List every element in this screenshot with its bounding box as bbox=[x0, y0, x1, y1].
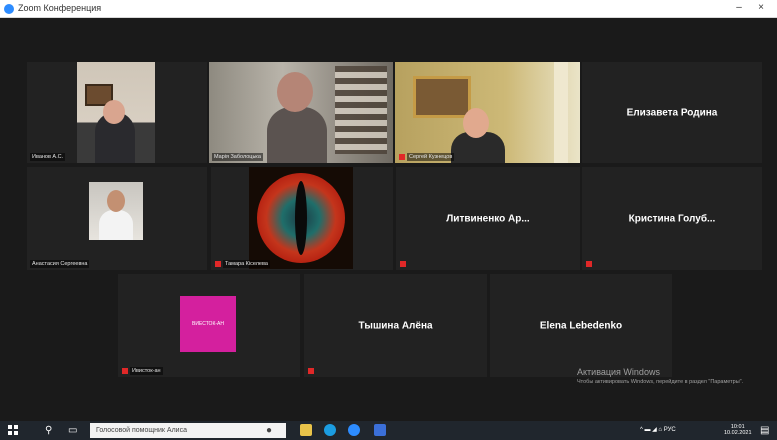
notifications-icon[interactable]: ▤ bbox=[760, 425, 769, 436]
participant-name: Елизавета Родина bbox=[626, 107, 718, 118]
participant-name: Кристина Голуб... bbox=[628, 213, 716, 224]
mic-muted-icon bbox=[399, 154, 405, 160]
windows-activation-watermark: Активация Windows Чтобы активировать Win… bbox=[577, 367, 757, 386]
zoom-app-icon bbox=[4, 4, 14, 14]
participant-tile[interactable]: Elena Lebedenko bbox=[490, 274, 672, 377]
participant-tile[interactable]: Анастасия Сергеевна bbox=[27, 167, 207, 270]
gallery-view: Иванов А.С. Марія Заболоцька Сергей Кузн… bbox=[0, 18, 777, 410]
participant-tile[interactable]: Тамара Кіселева bbox=[211, 167, 393, 270]
participant-name-label: Анастасия Сергеевна bbox=[30, 260, 90, 268]
app-taskbar-icon[interactable] bbox=[374, 424, 386, 436]
participant-tile[interactable]: Кристина Голуб... bbox=[582, 167, 762, 270]
file-explorer-icon[interactable] bbox=[300, 424, 312, 436]
clock-date: 10.02.2021 bbox=[724, 430, 752, 436]
participant-video bbox=[209, 62, 393, 163]
participant-tile[interactable]: Елизавета Родина bbox=[582, 62, 762, 163]
participant-tile[interactable]: Иванов А.С. bbox=[27, 62, 207, 163]
taskbar-clock[interactable]: 10:01 10.02.2021 bbox=[724, 424, 752, 436]
window-title: Zoom Конференция bbox=[18, 3, 102, 13]
participant-tile[interactable]: Литвиненко Ар... bbox=[396, 167, 580, 270]
participant-name: Литвиненко Ар... bbox=[446, 213, 530, 224]
participant-name-label: Тамара Кіселева bbox=[223, 260, 270, 268]
participant-name-label: Сергей Кузнецов bbox=[407, 153, 455, 161]
participant-photo bbox=[77, 62, 155, 163]
task-view-icon[interactable]: ▭ bbox=[68, 425, 77, 436]
participant-tile[interactable]: Сергей Кузнецов bbox=[395, 62, 580, 163]
taskbar-search-box[interactable]: Голосовой помощник Алиса bbox=[90, 423, 286, 438]
start-button[interactable] bbox=[8, 425, 18, 435]
mic-muted-icon bbox=[400, 261, 406, 267]
participant-tile[interactable]: Тышина Алёна bbox=[304, 274, 487, 377]
participant-tile[interactable]: ВИЕСТОК-АН Ивисток-ан bbox=[118, 274, 300, 377]
window-titlebar: Zoom Конференция – × bbox=[0, 0, 777, 18]
mic-muted-icon bbox=[308, 368, 314, 374]
activation-title: Активация Windows bbox=[577, 367, 660, 377]
close-button[interactable]: × bbox=[752, 2, 770, 13]
activation-subtitle: Чтобы активировать Windows, перейдите в … bbox=[577, 379, 744, 385]
zoom-taskbar-icon[interactable] bbox=[348, 424, 360, 436]
participant-avatar-image bbox=[249, 167, 353, 269]
microphone-icon[interactable]: ● bbox=[266, 425, 272, 436]
participant-name: Тышина Алёна bbox=[358, 320, 433, 331]
participant-video bbox=[395, 62, 580, 163]
search-icon[interactable]: ⚲ bbox=[45, 425, 52, 436]
mic-muted-icon bbox=[215, 261, 221, 267]
mic-muted-icon bbox=[122, 368, 128, 374]
system-tray[interactable]: ^ ▬ ◢ ⌂ РУС bbox=[640, 426, 676, 433]
mic-muted-icon bbox=[586, 261, 592, 267]
participant-photo bbox=[89, 182, 143, 240]
minimize-button[interactable]: – bbox=[730, 2, 748, 13]
participant-name: Elena Lebedenko bbox=[539, 320, 623, 331]
participant-tile-active-speaker[interactable]: Марія Заболоцька bbox=[209, 62, 393, 163]
participant-name-label: Марія Заболоцька bbox=[212, 153, 263, 161]
participant-avatar-image: ВИЕСТОК-АН bbox=[180, 296, 236, 352]
windows-taskbar: ⚲ ▭ Голосовой помощник Алиса ● ^ ▬ ◢ ⌂ Р… bbox=[0, 421, 777, 440]
participant-name-label: Иванов А.С. bbox=[30, 153, 66, 161]
edge-browser-icon[interactable] bbox=[324, 424, 336, 436]
participant-name-label: Ивисток-ан bbox=[130, 367, 163, 375]
